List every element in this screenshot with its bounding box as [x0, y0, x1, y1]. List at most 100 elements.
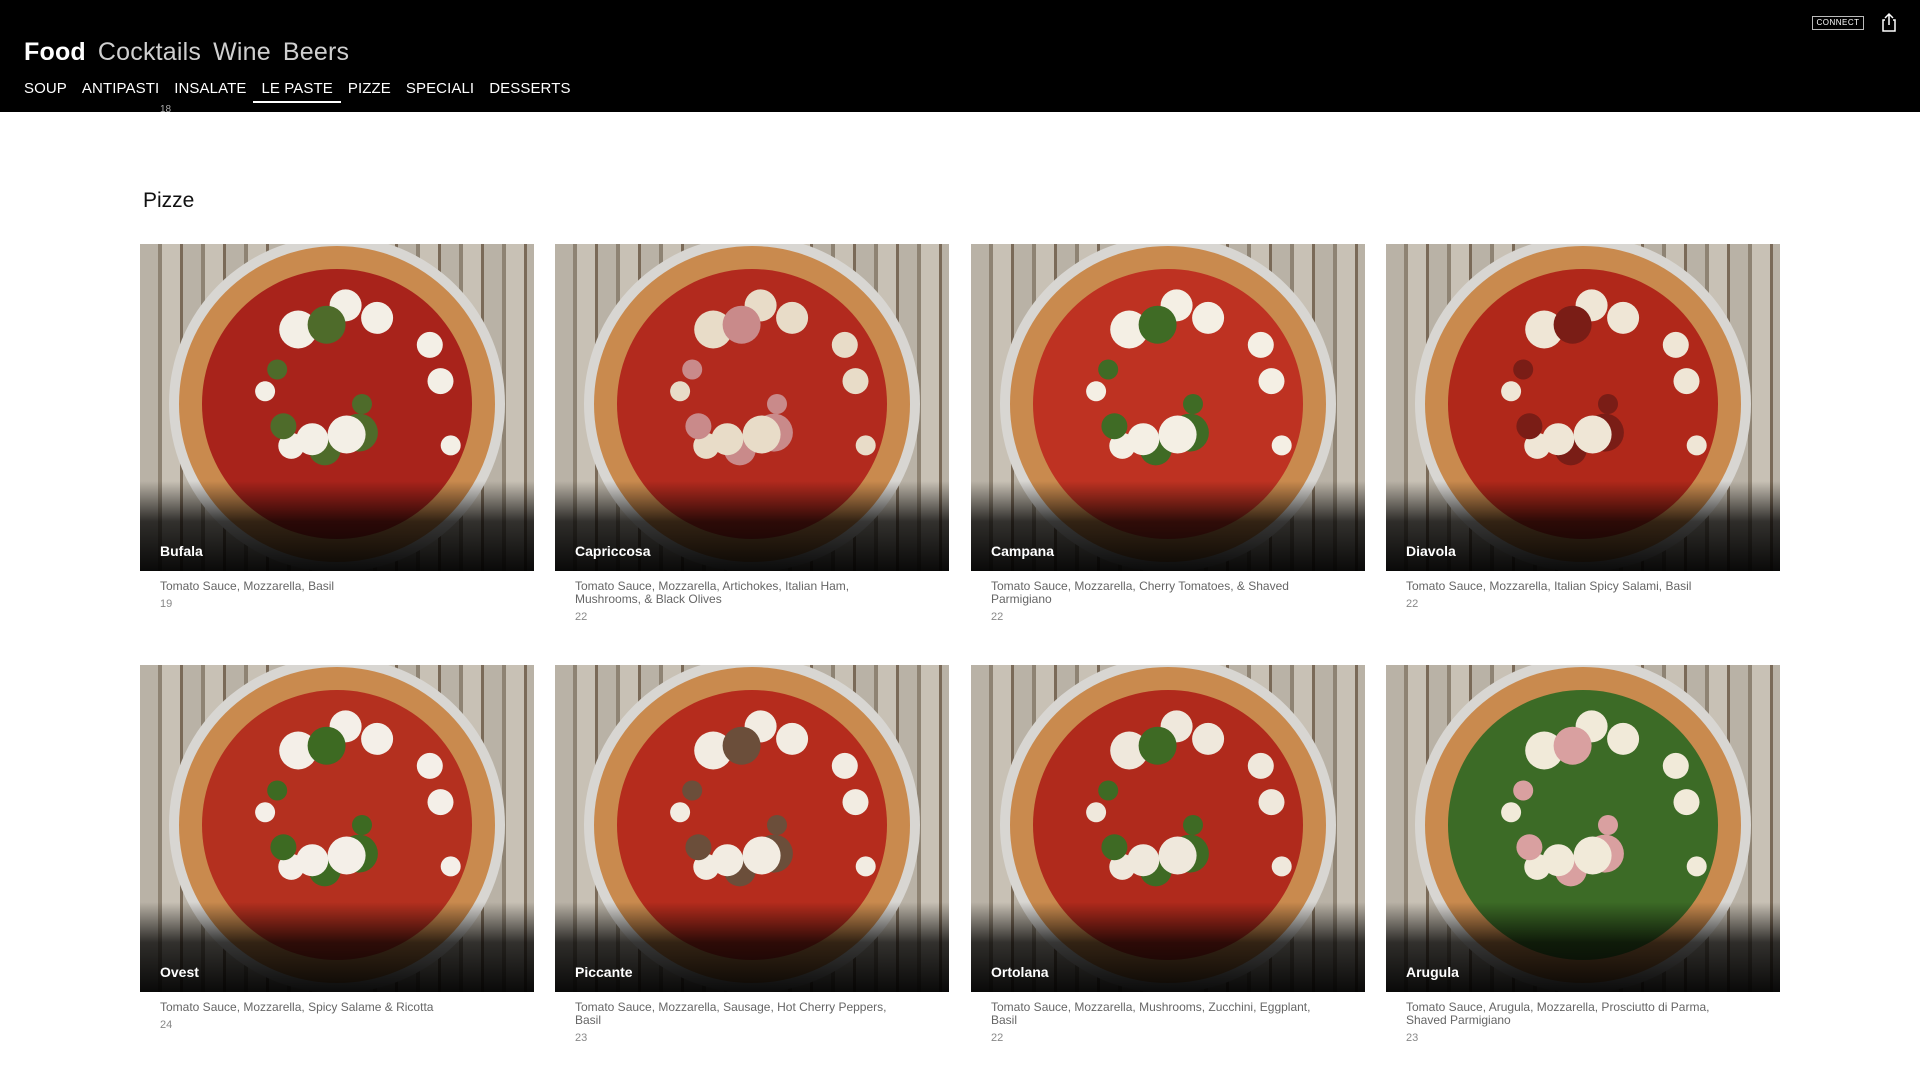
pizza-garnish	[722, 305, 761, 344]
pizza-photo[interactable]: Campana	[971, 244, 1365, 571]
pizza-garnish	[1158, 415, 1197, 454]
menu-item-price: 24	[160, 1019, 173, 1031]
pizza-garnish	[1098, 780, 1119, 801]
pizza-garnish	[1138, 726, 1177, 765]
connect-button[interactable]: CONNECT	[1812, 16, 1864, 30]
pizza-garnish	[1271, 435, 1292, 456]
subnav-soup[interactable]: SOUP	[24, 80, 75, 103]
pizza-garnish	[1573, 415, 1612, 454]
pizza-garnish	[831, 331, 858, 358]
pizza-garnish	[1673, 368, 1700, 395]
menu-item-description: Tomato Sauce, Mozzarella, Basil	[160, 579, 335, 593]
subnav-le-paste[interactable]: LE PASTE	[253, 80, 341, 103]
subnav-insalate[interactable]: INSALATE	[174, 80, 254, 103]
menu-item-description: Tomato Sauce, Arugula, Mozzarella, Prosc…	[1406, 1000, 1710, 1027]
pizza-garnish	[711, 423, 744, 456]
pizza-garnish	[1271, 856, 1292, 877]
pizza-garnish	[855, 435, 876, 456]
menu-item-name: Campana	[991, 543, 1055, 559]
menu-item-name: Ortolana	[991, 964, 1049, 980]
pizza-garnish	[767, 394, 787, 414]
subnav-speciali[interactable]: SPECIALI	[406, 80, 482, 103]
pizza-garnish	[1516, 413, 1543, 440]
pizza-photo[interactable]: Capriccosa	[555, 244, 949, 571]
pizza-garnish	[776, 722, 809, 755]
pizza-garnish	[352, 394, 372, 414]
pizza-garnish	[1673, 789, 1700, 816]
nav-cocktails[interactable]: Cocktails	[98, 38, 201, 67]
pizza-garnish	[255, 381, 276, 402]
pizza-garnish	[1607, 722, 1640, 755]
pizza-garnish	[842, 789, 869, 816]
pizza-garnish	[1501, 381, 1522, 402]
pizza-garnish	[327, 836, 366, 875]
pizza-garnish	[1501, 802, 1522, 823]
menu-item-price: 23	[1406, 1032, 1419, 1044]
pizza-garnish	[307, 305, 346, 344]
pizza-garnish	[1127, 423, 1160, 456]
menu-item-price: 23	[575, 1032, 588, 1044]
pizza-garnish	[1258, 368, 1285, 395]
pizza-garnish	[296, 844, 329, 877]
pizza-garnish	[1573, 836, 1612, 875]
pizza-garnish	[1598, 394, 1618, 414]
pizza-garnish	[1192, 301, 1225, 334]
section-title: Pizze	[143, 189, 195, 212]
top-nav-bar: Food Cocktails Wine Beers SOUP ANTIPASTI…	[0, 0, 1920, 112]
pizza-garnish	[1183, 815, 1203, 835]
pizza-garnish	[1086, 802, 1107, 823]
menu-item-description: Tomato Sauce, Mozzarella, Sausage, Hot C…	[575, 1000, 887, 1027]
menu-item-card[interactable]: Ortolana Tomato Sauce, Mozzarella, Mushro…	[971, 665, 1365, 1044]
pizza-garnish	[682, 359, 703, 380]
pizza-garnish	[361, 722, 394, 755]
pizza-garnish	[1101, 413, 1128, 440]
share-icon[interactable]	[1880, 12, 1898, 32]
menu-item-price: 22	[991, 1032, 1004, 1044]
menu-item-price: 22	[575, 611, 588, 623]
menu-item-card[interactable]: Campana Tomato Sauce, Mozzarella, Cherry …	[971, 244, 1365, 623]
pizza-garnish	[427, 789, 454, 816]
subnav-pizze[interactable]: PIZZE	[348, 80, 399, 103]
pizza-photo[interactable]: Diavola	[1386, 244, 1780, 571]
pizza-garnish	[1607, 301, 1640, 334]
previous-item-price: 18	[160, 104, 172, 112]
pizza-garnish	[685, 413, 712, 440]
pizza-photo[interactable]: Arugula	[1386, 665, 1780, 992]
pizza-garnish	[1686, 856, 1707, 877]
pizza-garnish	[742, 415, 781, 454]
pizza-photo[interactable]: Bufala	[140, 244, 534, 571]
subnav-antipasti[interactable]: ANTIPASTI	[82, 80, 167, 103]
menu-item-card[interactable]: Capriccosa Tomato Sauce, Mozzarella, Arti…	[555, 244, 949, 623]
pizza-garnish	[1513, 780, 1534, 801]
pizza-photo[interactable]: Piccante	[555, 665, 949, 992]
pizza-garnish	[855, 856, 876, 877]
nav-wine[interactable]: Wine	[213, 38, 271, 67]
pizza-garnish	[440, 856, 461, 877]
pizza-garnish	[1516, 834, 1543, 861]
pizza-garnish	[296, 423, 329, 456]
menu-item-card[interactable]: Ovest Tomato Sauce, Mozzarella, Spicy Sal…	[140, 665, 534, 1031]
subnav-desserts[interactable]: DESSERTS	[489, 80, 578, 103]
menu-item-card[interactable]: Diavola Tomato Sauce, Mozzarella, Italian…	[1386, 244, 1780, 610]
pizza-garnish	[267, 780, 288, 801]
pizza-garnish	[327, 415, 366, 454]
menu-item-card[interactable]: Arugula Tomato Sauce, Arugula, Mozzarella…	[1386, 665, 1780, 1044]
menu-item-description: Tomato Sauce, Mozzarella, Mushrooms, Zuc…	[991, 1000, 1311, 1027]
menu-item-description: Tomato Sauce, Mozzarella, Cherry Tomatoe…	[991, 579, 1289, 606]
nav-food[interactable]: Food	[24, 38, 86, 67]
pizza-garnish	[1513, 359, 1534, 380]
menu-item-card[interactable]: Piccante Tomato Sauce, Mozzarella, Sausag…	[555, 665, 949, 1044]
menu-item-price: 19	[160, 598, 173, 610]
pizza-garnish	[1158, 836, 1197, 875]
pizza-garnish	[1247, 752, 1274, 779]
pizza-garnish	[1258, 789, 1285, 816]
nav-beers[interactable]: Beers	[283, 38, 349, 67]
pizza-garnish	[1127, 844, 1160, 877]
menu-item-card[interactable]: Bufala Tomato Sauce, Mozzarella, Basil 19	[140, 244, 534, 610]
pizza-photo[interactable]: Ovest	[140, 665, 534, 992]
menu-item-name: Diavola	[1406, 543, 1456, 559]
pizza-photo[interactable]: Ortolana	[971, 665, 1365, 992]
pizza-garnish	[427, 368, 454, 395]
menu-item-description: Tomato Sauce, Mozzarella, Artichokes, It…	[575, 579, 850, 606]
pizza-garnish	[270, 834, 297, 861]
